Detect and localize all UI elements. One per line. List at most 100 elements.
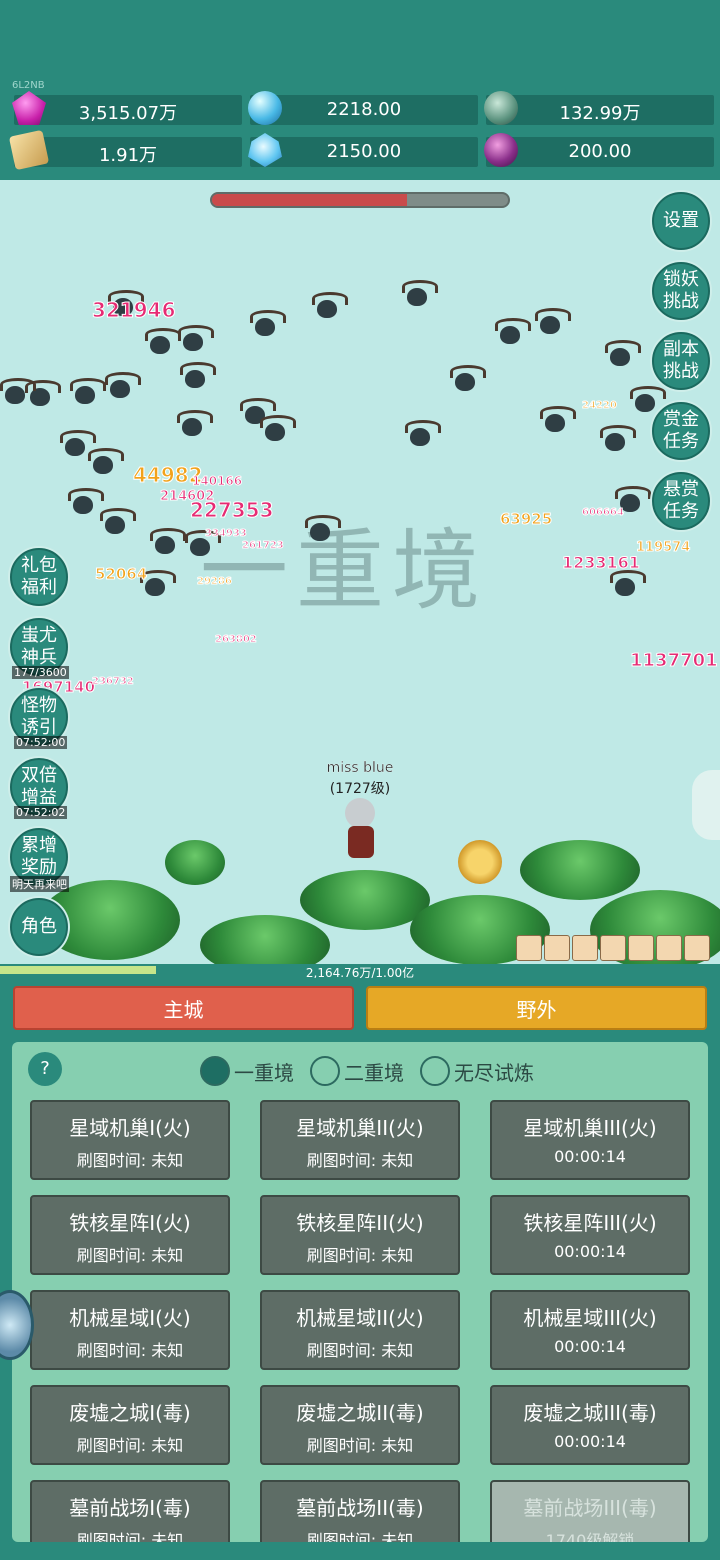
damage-number: 261723 [242,540,285,552]
map-card-time: 00:00:14 [554,1242,626,1261]
resource-value: 3,515.07万 [78,103,178,124]
map-card[interactable]: 星域机巢III(火) 00:00:14 [490,1100,690,1180]
resource-stone: 132.99万 [484,91,714,125]
map-card[interactable]: 机械星域II(火) 刷图时间: 未知 [260,1290,460,1370]
deer-monster [312,292,348,320]
map-card-time: 刷图时间: 未知 [306,1151,414,1170]
map-card-time: 刷图时间: 未知 [76,1531,184,1542]
map-card[interactable]: 星域机巢II(火) 刷图时间: 未知 [260,1100,460,1180]
button-label: 赏金任务 [663,409,699,452]
button-label: 角色 [21,916,57,937]
map-card-name: 机械星域I(火) [69,1306,191,1330]
bush [520,840,640,900]
map-card[interactable]: 机械星域III(火) 00:00:14 [490,1290,690,1370]
player-character [330,798,390,868]
map-card[interactable]: 废墟之城II(毒) 刷图时间: 未知 [260,1385,460,1465]
settings-button[interactable]: 设置 [652,192,710,250]
bottom-panel: 主城 野外 ? 一重境 二重境 无尽试炼 星域机巢I(火) 刷图时间: 未知 星域机… [0,978,720,1560]
resource-value: 1.91万 [98,145,158,166]
damage-number: 606664 [582,507,625,519]
realm-tab-endless[interactable]: 无尽试炼 [420,1056,534,1086]
gift-welfare-button[interactable]: 礼包福利 [10,548,68,606]
damage-number: 1233161 [562,553,641,573]
damage-number: 1137701 [630,650,719,672]
resource-value: 2218.00 [326,99,402,120]
monster-lure-timer: 07:52:00 [14,736,68,749]
map-card[interactable]: 星域机巢I(火) 刷图时间: 未知 [30,1100,230,1180]
bush [200,915,330,966]
deer-monster [630,386,666,414]
damage-number: 24220 [582,400,618,412]
map-card[interactable]: 铁核星阵I(火) 刷图时间: 未知 [30,1195,230,1275]
player-level: (1727级) [329,781,391,797]
reward-task-button[interactable]: 悬赏任务 [652,472,710,530]
skill-slot-icon[interactable] [600,935,626,961]
resource-value: 200.00 [568,141,632,162]
dungeon-challenge-button[interactable]: 副本挑战 [652,332,710,390]
deer-monster [145,328,181,356]
player-head [345,798,375,828]
deer-monster [178,325,214,353]
realm-tab-label: 二重境 [344,1060,404,1085]
map-card[interactable]: 铁核星阵III(火) 00:00:14 [490,1195,690,1275]
map-card-name: 星域机巢I(火) [69,1116,191,1140]
skill-slot-icon[interactable] [516,935,542,961]
skill-slot-icon[interactable] [684,935,710,961]
map-select-panel: ? 一重境 二重境 无尽试炼 星域机巢I(火) 刷图时间: 未知 星域机巢II(火)… [12,1042,708,1542]
button-label: 副本挑战 [663,339,699,382]
resource-fruit: 200.00 [484,133,714,167]
map-card[interactable]: 机械星域I(火) 刷图时间: 未知 [30,1290,230,1370]
damage-number: 140166 [191,474,243,489]
map-card-name: 废墟之城III(毒) [523,1401,657,1425]
deer-monster [605,340,641,368]
deer-monster [70,378,106,406]
map-card[interactable]: 废墟之城III(毒) 00:00:14 [490,1385,690,1465]
resource-crystal: 2150.00 [248,133,478,167]
realm-tab-label: 无尽试炼 [454,1060,534,1085]
player-name: miss blue [326,760,394,776]
map-card[interactable]: 铁核星阵II(火) 刷图时间: 未知 [260,1195,460,1275]
deer-monster [495,318,531,346]
skill-slot-icon[interactable] [628,935,654,961]
realm-tab-1[interactable]: 一重境 [200,1056,294,1086]
button-label: 悬赏任务 [663,479,699,522]
skill-slot-icon[interactable] [656,935,682,961]
demon-lock-challenge-button[interactable]: 锁妖挑战 [652,262,710,320]
deer-monster [305,515,341,543]
deer-monster [535,308,571,336]
map-card-name: 铁核星阵III(火) [523,1211,657,1235]
map-card-name: 机械星域III(火) [523,1306,657,1330]
side-drawer-handle[interactable] [692,770,720,840]
skill-slot-icon[interactable] [572,935,598,961]
deer-monster [60,430,96,458]
map-card[interactable]: 墓前战场III(毒) 1740级解锁 [490,1480,690,1542]
deer-monster [402,280,438,308]
map-card[interactable]: 废墟之城I(毒) 刷图时间: 未知 [30,1385,230,1465]
button-label: 累增奖励 [21,835,57,878]
deer-monster [180,362,216,390]
player-body [348,826,374,858]
deer-monster [405,420,441,448]
wild-button[interactable]: 野外 [366,986,707,1030]
bounty-task-button[interactable]: 赏金任务 [652,402,710,460]
main-city-button[interactable]: 主城 [13,986,354,1030]
map-card-time: 00:00:14 [554,1432,626,1451]
button-label: 设置 [663,210,699,231]
map-card-name: 墓前战场I(毒) [69,1496,191,1520]
skill-slot-icon[interactable] [544,935,570,961]
map-card-time: 00:00:14 [554,1147,626,1166]
character-button[interactable]: 角色 [10,898,68,956]
deer-monster [0,378,36,406]
map-card-name: 星域机巢II(火) [296,1116,424,1140]
realm-tab-2[interactable]: 二重境 [310,1056,404,1086]
resource-orbs: 2218.00 [248,91,478,125]
map-card-time: 刷图时间: 未知 [76,1151,184,1170]
account-id: 6L2NB [12,80,45,91]
button-label: 双倍增益 [21,765,57,808]
resource-book: 1.91万 [8,129,242,171]
map-card[interactable]: 墓前战场II(毒) 刷图时间: 未知 [260,1480,460,1542]
deer-monster [540,406,576,434]
map-card[interactable]: 墓前战场I(毒) 刷图时间: 未知 [30,1480,230,1542]
map-card-time: 刷图时间: 未知 [306,1531,414,1542]
help-button[interactable]: ? [28,1052,62,1086]
